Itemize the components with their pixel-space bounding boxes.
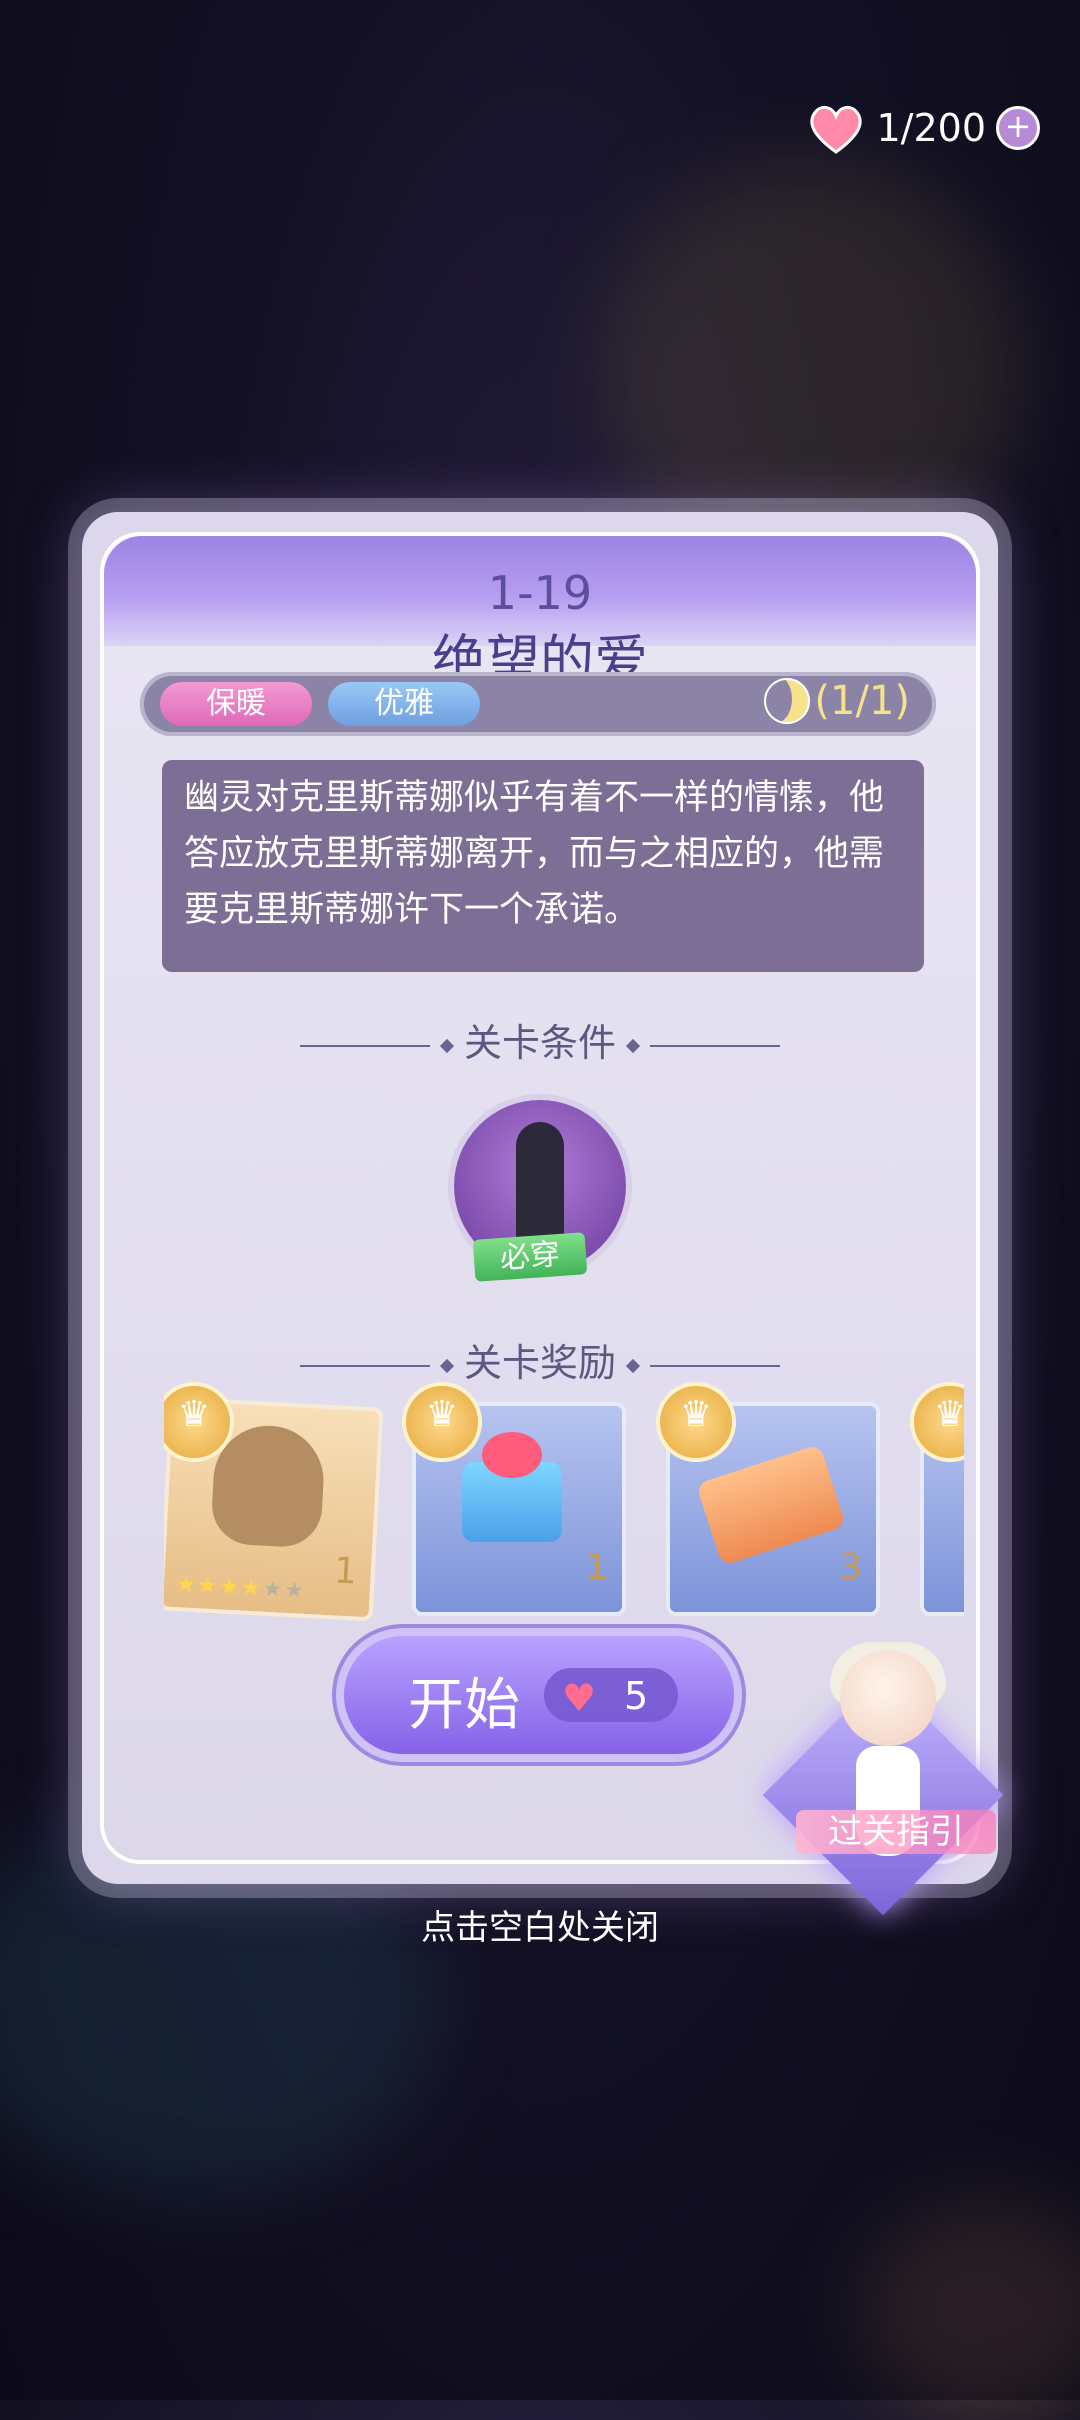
guide-label: 过关指引 bbox=[796, 1810, 996, 1854]
start-button[interactable]: 开始 ♥ 5 bbox=[344, 1636, 734, 1754]
outfit-figure bbox=[516, 1122, 564, 1252]
ticket-icon bbox=[695, 1444, 847, 1566]
energy-cost-value: 5 bbox=[624, 1674, 649, 1718]
energy-counter: 1/200 + bbox=[806, 100, 1040, 156]
level-number: 1-19 bbox=[487, 566, 593, 620]
requirement-heading: 关卡条件 bbox=[82, 1012, 998, 1067]
heart-icon: ♥ bbox=[562, 1676, 597, 1720]
crown-icon bbox=[656, 1382, 736, 1462]
reward-count: 1 bbox=[332, 1550, 358, 1593]
reward-count: 1 bbox=[585, 1547, 608, 1588]
start-label: 开始 bbox=[408, 1673, 520, 1738]
crown-icon bbox=[910, 1382, 964, 1462]
reward-list: 1 ★★★★★★ 1 3 bbox=[164, 1382, 964, 1642]
heart-icon bbox=[810, 106, 863, 154]
crown-icon bbox=[402, 1382, 482, 1462]
reward-title: 关卡奖励 bbox=[463, 1341, 616, 1385]
level-progress: (1/1) bbox=[764, 678, 910, 724]
requirement-title: 关卡条件 bbox=[463, 1021, 616, 1065]
fairy-avatar bbox=[840, 1650, 936, 1746]
level-guide-button[interactable]: 过关指引 bbox=[762, 1642, 1008, 1916]
energy-value: 1/200 bbox=[876, 106, 986, 150]
dialog-header: 1-19 绝望的爱 bbox=[104, 536, 976, 692]
close-hint[interactable]: 点击空白处关闭 bbox=[0, 1900, 1080, 1949]
tag-elegant: 优雅 bbox=[328, 682, 480, 726]
must-wear-badge: 必穿 bbox=[472, 1232, 588, 1282]
moon-icon bbox=[764, 678, 811, 724]
add-energy-button[interactable]: + bbox=[996, 106, 1040, 150]
reward-count: 3 bbox=[839, 1547, 862, 1588]
rarity-stars: ★★★★★★ bbox=[175, 1572, 307, 1604]
progress-text: (1/1) bbox=[814, 678, 910, 724]
story-text: 幽灵对克里斯蒂娜似乎有着不一样的情愫，他答应放克里斯蒂娜离开，而与之相应的，他需… bbox=[162, 760, 924, 972]
required-outfit[interactable]: 必穿 bbox=[454, 1100, 626, 1282]
tag-warm: 保暖 bbox=[160, 682, 312, 726]
tag-bar: 保暖 优雅 (1/1) bbox=[140, 672, 936, 736]
energy-cost: ♥ 5 bbox=[544, 1668, 678, 1722]
reward-heading: 关卡奖励 bbox=[82, 1332, 998, 1387]
